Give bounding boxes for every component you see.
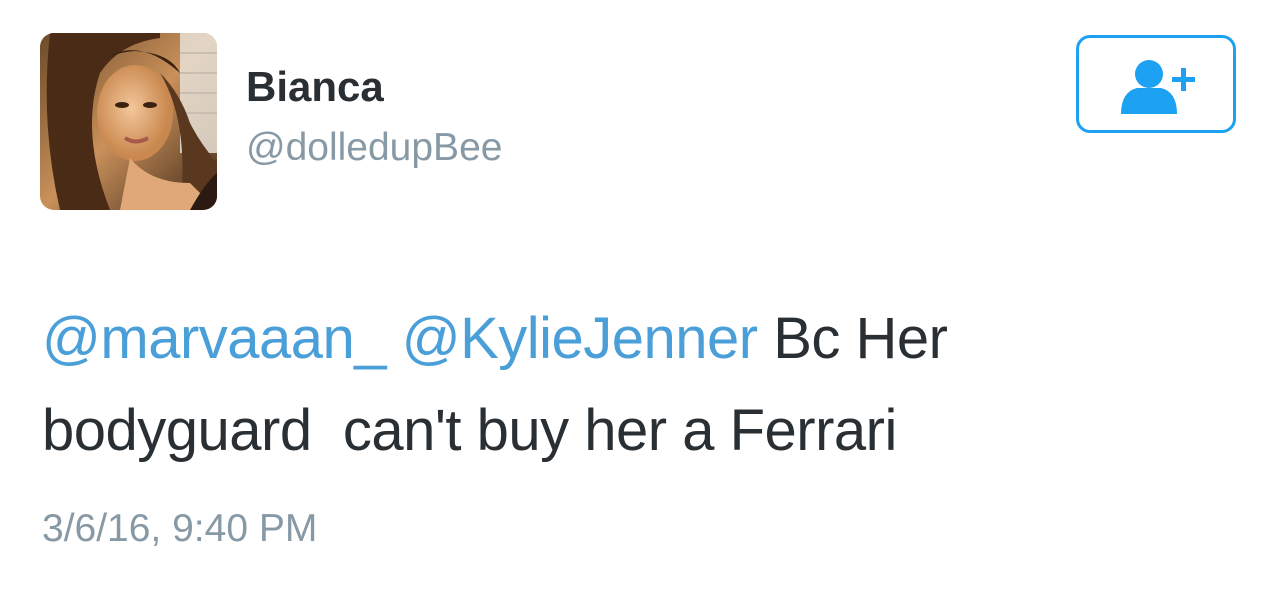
mention-link[interactable]: @marvaaan_ bbox=[42, 306, 387, 371]
tweet-text: @marvaaan_ @KylieJenner Bc Her bodyguard… bbox=[42, 293, 1242, 477]
display-name[interactable]: Bianca bbox=[246, 66, 384, 108]
tweet-text-line-2: bodyguard can't buy her a Ferrari bbox=[42, 398, 897, 463]
avatar-image bbox=[40, 33, 217, 210]
add-user-icon bbox=[1119, 58, 1199, 116]
user-handle[interactable]: @dolledupBee bbox=[246, 128, 502, 167]
tweet-card: Bianca @dolledupBee @marvaaan_ @KylieJen… bbox=[0, 0, 1280, 594]
tweet-timestamp[interactable]: 3/6/16, 9:40 PM bbox=[42, 509, 317, 548]
follow-button[interactable] bbox=[1076, 35, 1236, 133]
avatar[interactable] bbox=[40, 33, 217, 210]
tweet-text-line-1: @marvaaan_ @KylieJenner Bc Her bbox=[42, 293, 1242, 385]
mention-link[interactable]: @KylieJenner bbox=[402, 306, 758, 371]
tweet-text-segment: Bc Her bbox=[757, 306, 948, 371]
